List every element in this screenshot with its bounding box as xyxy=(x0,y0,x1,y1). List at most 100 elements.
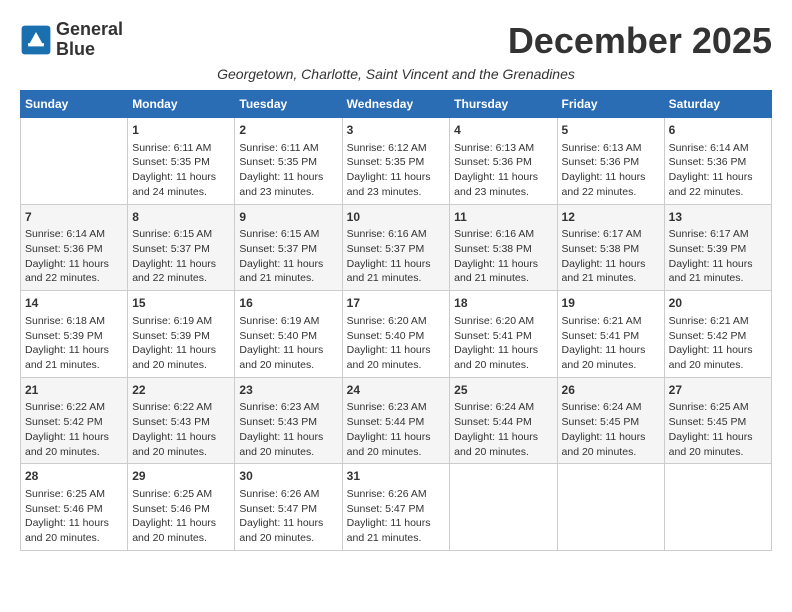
day-cell: 28Sunrise: 6:25 AM Sunset: 5:46 PM Dayli… xyxy=(21,464,128,551)
day-number: 23 xyxy=(239,382,337,399)
day-number: 28 xyxy=(25,468,123,485)
day-info: Sunrise: 6:21 AM Sunset: 5:42 PM Dayligh… xyxy=(669,314,767,373)
header-sunday: Sunday xyxy=(21,91,128,118)
day-number: 20 xyxy=(669,295,767,312)
day-info: Sunrise: 6:22 AM Sunset: 5:43 PM Dayligh… xyxy=(132,400,230,459)
day-info: Sunrise: 6:13 AM Sunset: 5:36 PM Dayligh… xyxy=(454,141,552,200)
day-info: Sunrise: 6:17 AM Sunset: 5:38 PM Dayligh… xyxy=(562,227,660,286)
day-info: Sunrise: 6:22 AM Sunset: 5:42 PM Dayligh… xyxy=(25,400,123,459)
day-cell xyxy=(557,464,664,551)
day-number: 2 xyxy=(239,122,337,139)
day-cell: 5Sunrise: 6:13 AM Sunset: 5:36 PM Daylig… xyxy=(557,118,664,205)
day-number: 18 xyxy=(454,295,552,312)
day-cell: 4 Sunrise: 6:13 AM Sunset: 5:36 PM Daylig… xyxy=(450,118,557,205)
day-number: 1 xyxy=(132,122,230,139)
day-cell: 19 Sunrise: 6:21 AM Sunset: 5:41 PM Dayli… xyxy=(557,291,664,378)
day-number: 29 xyxy=(132,468,230,485)
week-row-0: 1 Sunrise: 6:11 AM Sunset: 5:35 PM Daylig… xyxy=(21,118,772,205)
header-saturday: Saturday xyxy=(664,91,771,118)
header-friday: Friday xyxy=(557,91,664,118)
day-info: Sunrise: 6:16 AM Sunset: 5:37 PM Dayligh… xyxy=(347,227,446,286)
day-cell: 9Sunrise: 6:15 AM Sunset: 5:37 PM Daylig… xyxy=(235,204,342,291)
logo-text: General Blue xyxy=(56,20,123,60)
day-number: 16 xyxy=(239,295,337,312)
day-info: Sunrise: 6:19 AM Sunset: 5:40 PM Dayligh… xyxy=(239,314,337,373)
day-info: Sunrise: 6:19 AM Sunset: 5:39 PM Dayligh… xyxy=(132,314,230,373)
day-cell: 31Sunrise: 6:26 AM Sunset: 5:47 PM Dayli… xyxy=(342,464,450,551)
week-row-4: 28 Sunrise: 6:25 AM Sunset: 5:46 PM Dayli… xyxy=(21,464,772,551)
day-cell: 1Sunrise: 6:11 AM Sunset: 5:35 PM Daylig… xyxy=(128,118,235,205)
day-cell: 17Sunrise: 6:20 AM Sunset: 5:40 PM Dayli… xyxy=(342,291,450,378)
day-number: 31 xyxy=(347,468,446,485)
day-cell xyxy=(21,118,128,205)
day-number: 19 xyxy=(562,295,660,312)
day-number: 25 xyxy=(454,382,552,399)
day-cell: 8Sunrise: 6:15 AM Sunset: 5:37 PM Daylig… xyxy=(128,204,235,291)
day-cell xyxy=(450,464,557,551)
day-cell: 2 Sunrise: 6:11 AM Sunset: 5:35 PM Daylig… xyxy=(235,118,342,205)
day-cell: 24Sunrise: 6:23 AM Sunset: 5:44 PM Dayli… xyxy=(342,377,450,464)
day-number: 14 xyxy=(25,295,123,312)
day-info: Sunrise: 6:17 AM Sunset: 5:39 PM Dayligh… xyxy=(669,227,767,286)
day-info: Sunrise: 6:14 AM Sunset: 5:36 PM Dayligh… xyxy=(25,227,123,286)
day-cell xyxy=(664,464,771,551)
day-cell: 13Sunrise: 6:17 AM Sunset: 5:39 PM Dayli… xyxy=(664,204,771,291)
day-cell: 10Sunrise: 6:16 AM Sunset: 5:37 PM Dayli… xyxy=(342,204,450,291)
day-number: 9 xyxy=(239,209,337,226)
day-cell: 25Sunrise: 6:24 AM Sunset: 5:44 PM Dayli… xyxy=(450,377,557,464)
day-number: 26 xyxy=(562,382,660,399)
day-cell: 30 Sunrise: 6:26 AM Sunset: 5:47 PM Dayli… xyxy=(235,464,342,551)
day-number: 27 xyxy=(669,382,767,399)
day-info: Sunrise: 6:24 AM Sunset: 5:44 PM Dayligh… xyxy=(454,400,552,459)
day-info: Sunrise: 6:15 AM Sunset: 5:37 PM Dayligh… xyxy=(239,227,337,286)
day-number: 12 xyxy=(562,209,660,226)
logo-line1: General xyxy=(56,20,123,40)
day-cell: 11Sunrise: 6:16 AM Sunset: 5:38 PM Dayli… xyxy=(450,204,557,291)
day-number: 13 xyxy=(669,209,767,226)
week-row-3: 21Sunrise: 6:22 AM Sunset: 5:42 PM Dayli… xyxy=(21,377,772,464)
day-number: 22 xyxy=(132,382,230,399)
day-number: 15 xyxy=(132,295,230,312)
day-number: 17 xyxy=(347,295,446,312)
day-info: Sunrise: 6:11 AM Sunset: 5:35 PM Dayligh… xyxy=(239,141,337,200)
day-number: 6 xyxy=(669,122,767,139)
header-wednesday: Wednesday xyxy=(342,91,450,118)
day-info: Sunrise: 6:26 AM Sunset: 5:47 PM Dayligh… xyxy=(239,487,337,546)
calendar-table: SundayMondayTuesdayWednesdayThursdayFrid… xyxy=(20,90,772,551)
day-number: 4 xyxy=(454,122,552,139)
week-row-1: 7Sunrise: 6:14 AM Sunset: 5:36 PM Daylig… xyxy=(21,204,772,291)
day-cell: 22Sunrise: 6:22 AM Sunset: 5:43 PM Dayli… xyxy=(128,377,235,464)
day-info: Sunrise: 6:25 AM Sunset: 5:45 PM Dayligh… xyxy=(669,400,767,459)
day-number: 21 xyxy=(25,382,123,399)
day-cell: 23Sunrise: 6:23 AM Sunset: 5:43 PM Dayli… xyxy=(235,377,342,464)
day-info: Sunrise: 6:16 AM Sunset: 5:38 PM Dayligh… xyxy=(454,227,552,286)
day-info: Sunrise: 6:12 AM Sunset: 5:35 PM Dayligh… xyxy=(347,141,446,200)
day-number: 5 xyxy=(562,122,660,139)
day-info: Sunrise: 6:21 AM Sunset: 5:41 PM Dayligh… xyxy=(562,314,660,373)
day-number: 24 xyxy=(347,382,446,399)
day-cell: 16 Sunrise: 6:19 AM Sunset: 5:40 PM Dayli… xyxy=(235,291,342,378)
day-number: 3 xyxy=(347,122,446,139)
day-cell: 29 Sunrise: 6:25 AM Sunset: 5:46 PM Dayli… xyxy=(128,464,235,551)
header-monday: Monday xyxy=(128,91,235,118)
day-info: Sunrise: 6:25 AM Sunset: 5:46 PM Dayligh… xyxy=(132,487,230,546)
day-cell: 20 Sunrise: 6:21 AM Sunset: 5:42 PM Dayli… xyxy=(664,291,771,378)
header-row: SundayMondayTuesdayWednesdayThursdayFrid… xyxy=(21,91,772,118)
logo-icon xyxy=(20,24,52,56)
header-tuesday: Tuesday xyxy=(235,91,342,118)
day-info: Sunrise: 6:24 AM Sunset: 5:45 PM Dayligh… xyxy=(562,400,660,459)
day-info: Sunrise: 6:14 AM Sunset: 5:36 PM Dayligh… xyxy=(669,141,767,200)
day-number: 8 xyxy=(132,209,230,226)
page-header: General Blue December 2025 xyxy=(20,20,772,62)
header-thursday: Thursday xyxy=(450,91,557,118)
day-number: 7 xyxy=(25,209,123,226)
day-cell: 7Sunrise: 6:14 AM Sunset: 5:36 PM Daylig… xyxy=(21,204,128,291)
day-info: Sunrise: 6:20 AM Sunset: 5:41 PM Dayligh… xyxy=(454,314,552,373)
day-cell: 21Sunrise: 6:22 AM Sunset: 5:42 PM Dayli… xyxy=(21,377,128,464)
day-cell: 27Sunrise: 6:25 AM Sunset: 5:45 PM Dayli… xyxy=(664,377,771,464)
day-info: Sunrise: 6:23 AM Sunset: 5:44 PM Dayligh… xyxy=(347,400,446,459)
day-number: 30 xyxy=(239,468,337,485)
day-cell: 12Sunrise: 6:17 AM Sunset: 5:38 PM Dayli… xyxy=(557,204,664,291)
day-info: Sunrise: 6:15 AM Sunset: 5:37 PM Dayligh… xyxy=(132,227,230,286)
day-cell: 14Sunrise: 6:18 AM Sunset: 5:39 PM Dayli… xyxy=(21,291,128,378)
